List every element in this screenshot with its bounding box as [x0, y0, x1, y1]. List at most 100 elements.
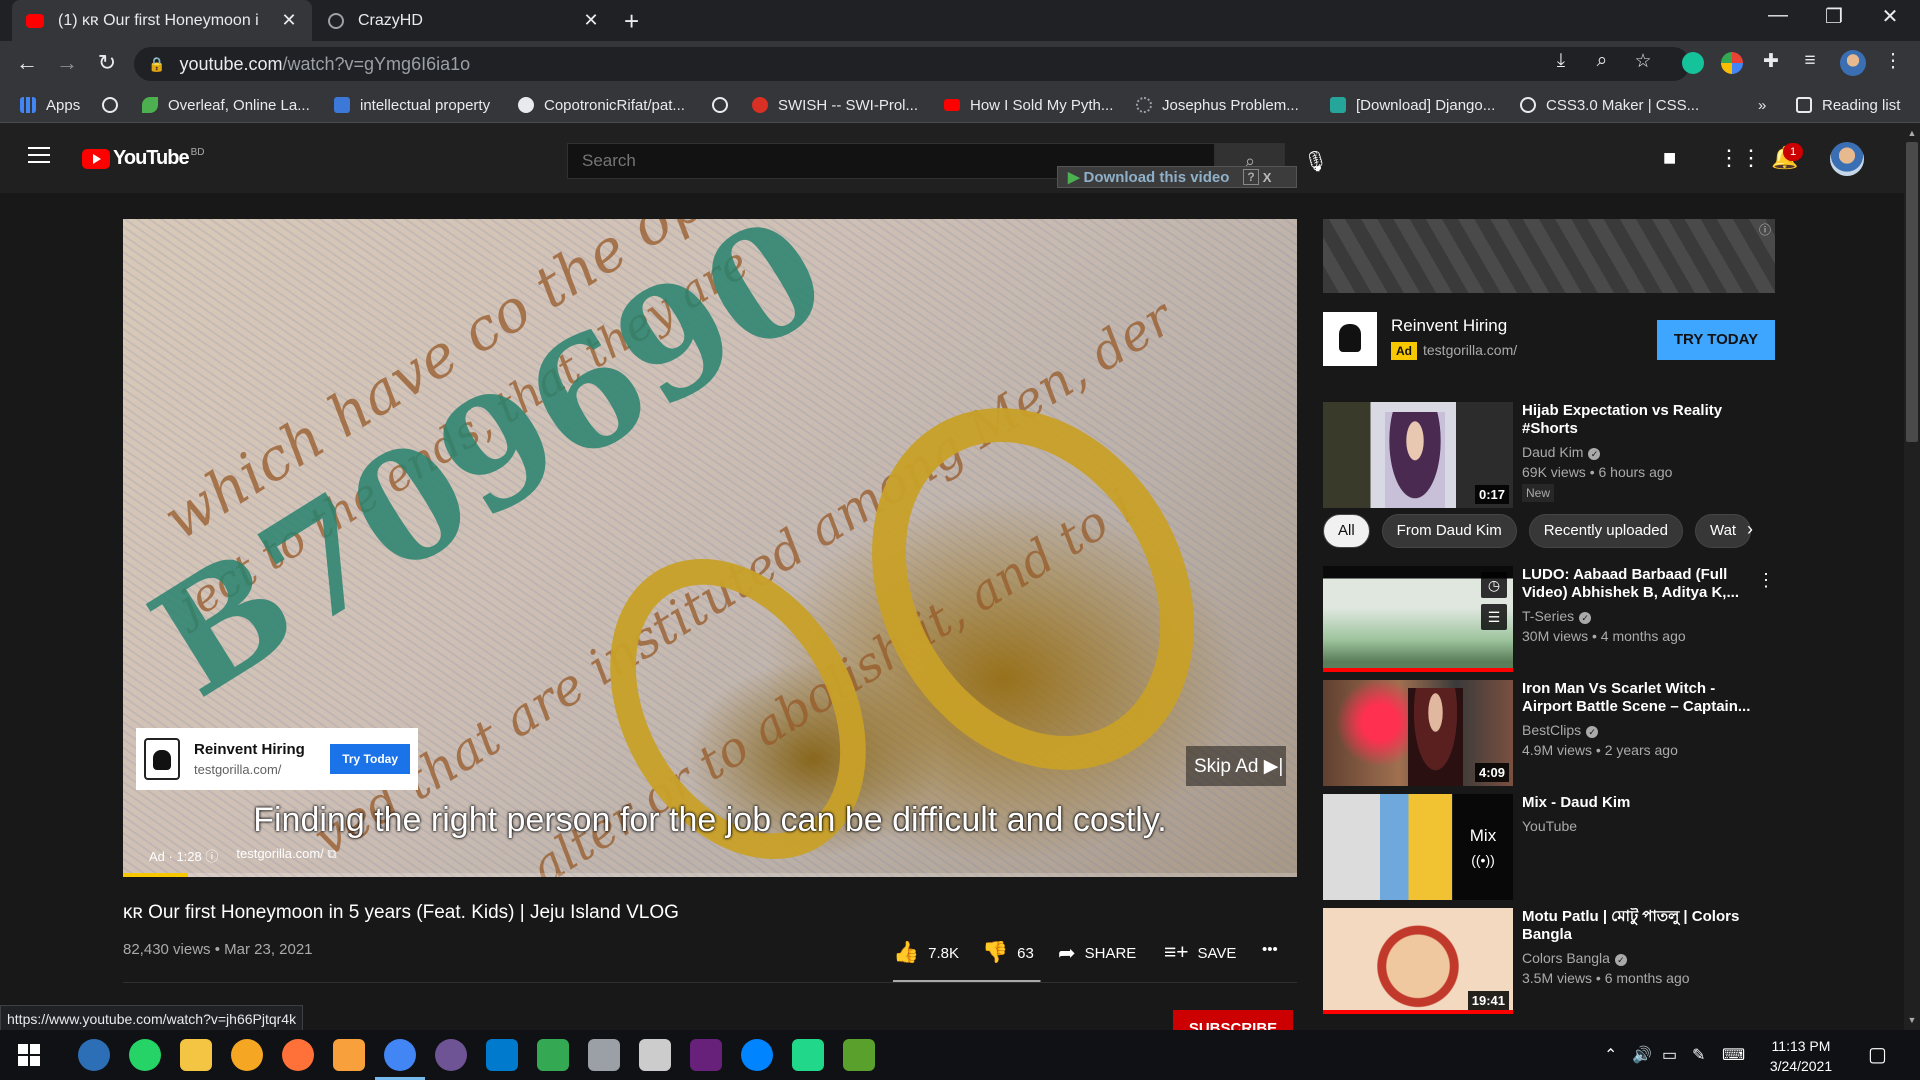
ad-info-icon[interactable]: ⓘ: [1759, 221, 1771, 238]
recommended-video[interactable]: 19:41 Motu Patlu | মোটু পাতলু | Colors B…: [1323, 908, 1775, 1014]
restore-window-button[interactable]: ❐: [1814, 4, 1854, 29]
action-center-icon[interactable]: ▢: [1868, 1042, 1887, 1067]
video-thumbnail[interactable]: 4:09: [1323, 680, 1513, 786]
color-extension-icon[interactable]: [1721, 52, 1743, 74]
bookmark-overleaf[interactable]: Overleaf, Online La...: [142, 95, 310, 115]
create-video-icon[interactable]: ■: [1663, 145, 1676, 171]
ad-overlay-card[interactable]: Reinvent Hiring testgorilla.com/ Try Tod…: [136, 728, 418, 790]
account-avatar[interactable]: [1830, 142, 1864, 176]
save-button[interactable]: ≡+ SAVE: [1164, 941, 1236, 965]
download-video-bar[interactable]: ▶ Download this video ? X: [1057, 166, 1297, 188]
add-to-queue-icon[interactable]: ☰: [1481, 604, 1507, 630]
video-title[interactable]: LUDO: Aabaad Barbaad (Full Video) Abhish…: [1522, 566, 1754, 602]
close-tab-icon[interactable]: ✕: [582, 10, 600, 31]
chip-all[interactable]: All: [1323, 514, 1370, 548]
video-player[interactable]: which have co the opinions of ject to th…: [123, 219, 1297, 877]
video-title[interactable]: Motu Patlu | মোটু পাতলু | Colors Bangla: [1522, 908, 1754, 944]
scroll-up-arrow-icon[interactable]: ▲: [1906, 128, 1918, 138]
recommended-video[interactable]: ◷ ☰ LUDO: Aabaad Barbaad (Full Video) Ab…: [1323, 566, 1775, 672]
hamburger-menu-icon[interactable]: [28, 147, 50, 163]
lock-icon[interactable]: 🔒: [148, 56, 165, 73]
chip-watched[interactable]: Wat: [1694, 514, 1752, 548]
recommended-mix[interactable]: Mix ((•)) Mix - Daud Kim YouTube: [1323, 794, 1775, 900]
earth-taskbar-icon[interactable]: [537, 1039, 569, 1071]
try-today-button[interactable]: Try Today: [330, 744, 410, 774]
inkscape-taskbar-icon[interactable]: [639, 1039, 671, 1071]
more-actions-button[interactable]: •••: [1262, 941, 1278, 958]
new-tab-button[interactable]: +: [624, 6, 639, 37]
extensions-puzzle-icon[interactable]: ✚: [1758, 50, 1784, 73]
channel-name[interactable]: Daud Kim ✓: [1522, 444, 1601, 460]
download-help-button[interactable]: ?: [1243, 169, 1259, 185]
chevron-right-icon[interactable]: ›: [1747, 519, 1753, 540]
channel-name[interactable]: YouTube: [1522, 818, 1577, 834]
vpn-taskbar-icon[interactable]: [231, 1039, 263, 1071]
profile-avatar-icon[interactable]: [1840, 50, 1866, 76]
bookmark-youtube[interactable]: How I Sold My Pyth...: [944, 95, 1113, 115]
reload-button[interactable]: ↻: [92, 50, 122, 76]
reading-list-button[interactable]: Reading list: [1796, 95, 1900, 115]
touch-keyboard-icon[interactable]: ⌨: [1722, 1045, 1745, 1065]
messenger-taskbar-icon[interactable]: [741, 1039, 773, 1071]
video-title[interactable]: Mix - Daud Kim: [1522, 794, 1754, 812]
bookmark-intellectual-property[interactable]: intellectual property: [334, 95, 490, 115]
bookmarks-overflow-button[interactable]: »: [1758, 95, 1766, 115]
close-tab-icon[interactable]: ✕: [280, 10, 298, 31]
video-title[interactable]: Hijab Expectation vs Reality #Shorts: [1522, 402, 1754, 438]
bookmark-github[interactable]: CopotronicRifat/pat...: [518, 95, 685, 115]
tray-overflow-chevron-icon[interactable]: ⌃: [1604, 1045, 1617, 1065]
media-control-icon[interactable]: ≡: [1797, 50, 1823, 72]
chrome-taskbar-icon[interactable]: [375, 1039, 425, 1080]
bookmark-apps[interactable]: Apps: [20, 95, 80, 115]
chrome-menu-icon[interactable]: ⋮: [1880, 50, 1906, 73]
firefox-taskbar-icon[interactable]: [282, 1039, 314, 1071]
install-app-icon[interactable]: ⤓: [1548, 50, 1574, 72]
bookmark-css-maker[interactable]: CSS3.0 Maker | CSS...: [1520, 95, 1699, 115]
youtube-logo[interactable]: YouTube BD: [82, 147, 204, 170]
scrollbar-thumb[interactable]: [1906, 142, 1918, 442]
bookmark-django[interactable]: [Download] Django...: [1330, 95, 1495, 115]
sidebar-try-today-button[interactable]: TRY TODAY: [1657, 320, 1775, 360]
bookmark-star-icon[interactable]: ☆: [1630, 50, 1656, 73]
grammarly-extension-icon[interactable]: [1682, 52, 1704, 74]
channel-name[interactable]: BestClips ✓: [1522, 722, 1599, 738]
video-title[interactable]: Iron Man Vs Scarlet Witch - Airport Batt…: [1522, 680, 1754, 716]
bookmark-globe[interactable]: [102, 95, 128, 115]
zoom-icon[interactable]: ⌕: [1589, 50, 1615, 72]
share-button[interactable]: ➦ SHARE: [1058, 941, 1136, 966]
watch-later-clock-icon[interactable]: ◷: [1481, 572, 1507, 598]
chip-recently-uploaded[interactable]: Recently uploaded: [1528, 514, 1683, 548]
recommended-video[interactable]: 4:09 Iron Man Vs Scarlet Witch - Airport…: [1323, 680, 1775, 786]
minimize-window-button[interactable]: —: [1758, 4, 1798, 27]
download-close-button[interactable]: X: [1263, 170, 1272, 185]
volume-icon[interactable]: 🔊: [1632, 1045, 1652, 1065]
tab-youtube[interactable]: (1) ᴋʀ Our first Honeymoon i ✕: [12, 0, 312, 41]
scroll-down-arrow-icon[interactable]: ▼: [1906, 1015, 1918, 1025]
video-thumbnail[interactable]: 19:41: [1323, 908, 1513, 1014]
recommended-video[interactable]: 0:17 Hijab Expectation vs Reality #Short…: [1323, 402, 1775, 508]
video-thumbnail[interactable]: ◷ ☰: [1323, 566, 1513, 672]
vscode-taskbar-icon[interactable]: [486, 1039, 518, 1071]
video-thumbnail[interactable]: 0:17: [1323, 402, 1513, 508]
visual-studio-taskbar-icon[interactable]: [690, 1039, 722, 1071]
channel-name[interactable]: T-Series ✓: [1522, 608, 1592, 624]
sidebar-ad[interactable]: Reinvent Hiring Ad testgorilla.com/ TRY …: [1323, 312, 1775, 368]
scratch-taskbar-icon[interactable]: [333, 1039, 365, 1071]
app-balloon-taskbar-icon[interactable]: [588, 1039, 620, 1071]
address-bar[interactable]: 🔒 youtube.com/watch?v=gYmg6I6ia1o: [134, 47, 1690, 81]
back-button[interactable]: ←: [12, 50, 42, 76]
system-clock[interactable]: 11:13 PM 3/24/2021: [1756, 1036, 1846, 1076]
ad-domain-link[interactable]: testgorilla.com/ ⧉: [236, 846, 336, 865]
channel-name[interactable]: Colors Bangla ✓: [1522, 950, 1627, 966]
video-thumbnail[interactable]: Mix ((•)): [1323, 794, 1513, 900]
chip-from-daud-kim[interactable]: From Daud Kim: [1381, 514, 1517, 548]
ad-timer-label[interactable]: Ad · 1:28 ⓘ: [149, 846, 218, 865]
close-window-button[interactable]: ✕: [1870, 4, 1910, 29]
dislike-button[interactable]: 👎 63: [982, 941, 1034, 965]
bookmark-josephus[interactable]: Josephus Problem...: [1136, 95, 1299, 115]
forward-button[interactable]: →: [52, 50, 82, 76]
spreadsheet-taskbar-icon[interactable]: [843, 1039, 875, 1071]
eclipse-taskbar-icon[interactable]: [78, 1039, 110, 1071]
network-icon[interactable]: ▭: [1662, 1045, 1677, 1065]
subscribe-button[interactable]: SUBSCRIBE: [1173, 1010, 1293, 1032]
